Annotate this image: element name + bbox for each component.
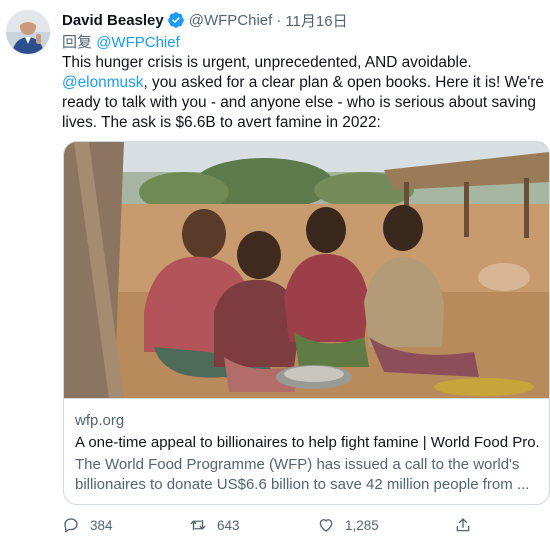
header-separator: · xyxy=(276,11,282,29)
elonmusk-mention[interactable]: @elonmusk xyxy=(62,74,144,91)
reply-to-mention[interactable]: @WFPChief xyxy=(96,34,180,51)
card-domain: wfp.org xyxy=(75,412,125,429)
link-card[interactable]: wfp.org A one-time appeal to billionaire… xyxy=(63,141,550,505)
reply-button[interactable]: 384 xyxy=(62,514,113,536)
retweet-count: 643 xyxy=(217,517,240,533)
share-button[interactable] xyxy=(454,514,482,536)
author-name[interactable]: David Beasley xyxy=(62,12,164,29)
tweet-date[interactable]: 11月16日 xyxy=(285,10,347,31)
verified-badge-icon xyxy=(167,12,184,28)
author-avatar[interactable] xyxy=(6,10,50,54)
card-title: A one-time appeal to billionaires to hel… xyxy=(75,434,541,451)
author-handle[interactable]: @WFPChief xyxy=(189,12,273,29)
like-button[interactable]: 1,285 xyxy=(317,514,379,536)
reply-icon xyxy=(64,518,78,533)
like-count: 1,285 xyxy=(345,517,379,533)
tweet-actions: 384 643 1,285 xyxy=(62,514,482,536)
card-description: The World Food Programme (WFP) has issue… xyxy=(75,456,530,493)
reply-count: 384 xyxy=(90,517,113,533)
tweet: David Beasley @WFPChief · 11月16日 回复 @WFP… xyxy=(0,0,550,543)
tweet-text: This hunger crisis is urgent, unpreceden… xyxy=(62,53,548,133)
retweet-icon xyxy=(190,519,206,531)
like-icon xyxy=(319,519,333,532)
share-icon xyxy=(456,518,470,532)
card-photo xyxy=(64,142,549,398)
reply-context: 回复 @WFPChief xyxy=(62,31,180,52)
reply-label: 回复 xyxy=(62,34,93,51)
tweet-text-part1: This hunger crisis is urgent, unpreceden… xyxy=(62,54,472,71)
card-body: wfp.org A one-time appeal to billionaire… xyxy=(64,398,549,504)
retweet-button[interactable]: 643 xyxy=(189,514,240,536)
tweet-header: David Beasley @WFPChief · 11月16日 xyxy=(62,9,540,31)
